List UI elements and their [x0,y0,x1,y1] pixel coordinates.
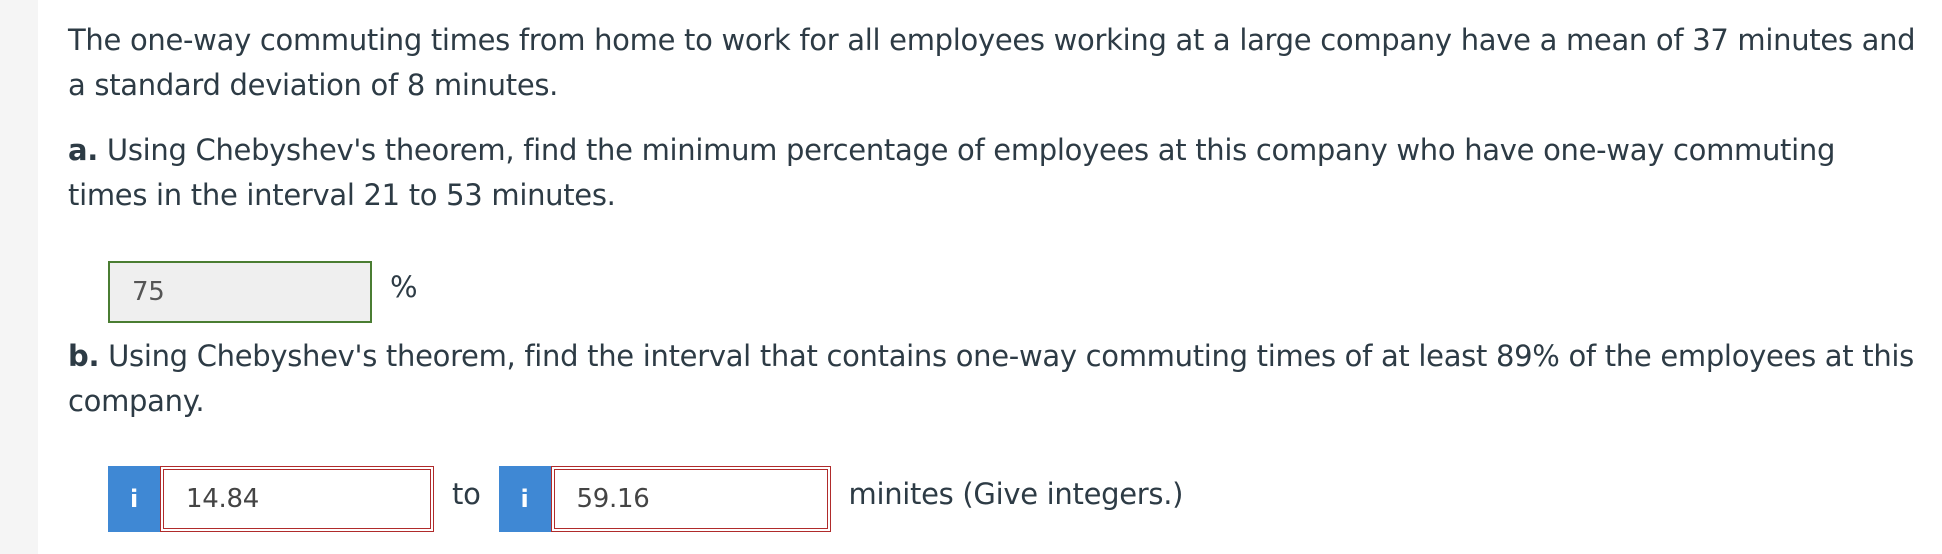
part-a-question: a. Using Chebyshev's theorem, find the m… [68,128,1918,218]
part-a-label: a. [68,133,98,167]
part-a-text: Using Chebyshev's theorem, find the mini… [68,133,1836,212]
interval-connector: to [452,476,481,511]
part-a-answer-input[interactable]: 75 [108,261,372,323]
info-icon[interactable]: i [498,466,551,532]
part-b-answer-row: i 14.84 to i 59.16 minites (Give integer… [108,466,1183,532]
unit-instruction: minites (Give integers.) [848,476,1184,511]
part-b-label: b. [68,339,100,373]
upper-bound-input[interactable]: 59.16 [553,469,828,529]
part-b-question: b. Using Chebyshev's theorem, find the i… [68,334,1918,424]
lower-bound-field[interactable]: 14.84 [160,466,434,532]
upper-bound-field[interactable]: 59.16 [550,466,831,532]
info-icon[interactable]: i [108,466,160,532]
part-a-answer-row: 75 % [108,260,418,324]
question-page: The one-way commuting times from home to… [38,0,1942,554]
problem-statement: The one-way commuting times from home to… [68,23,1916,102]
part-b-text: Using Chebyshev's theorem, find the inte… [68,339,1914,418]
lower-bound-input[interactable]: 14.84 [163,469,431,529]
percent-unit: % [390,269,418,304]
